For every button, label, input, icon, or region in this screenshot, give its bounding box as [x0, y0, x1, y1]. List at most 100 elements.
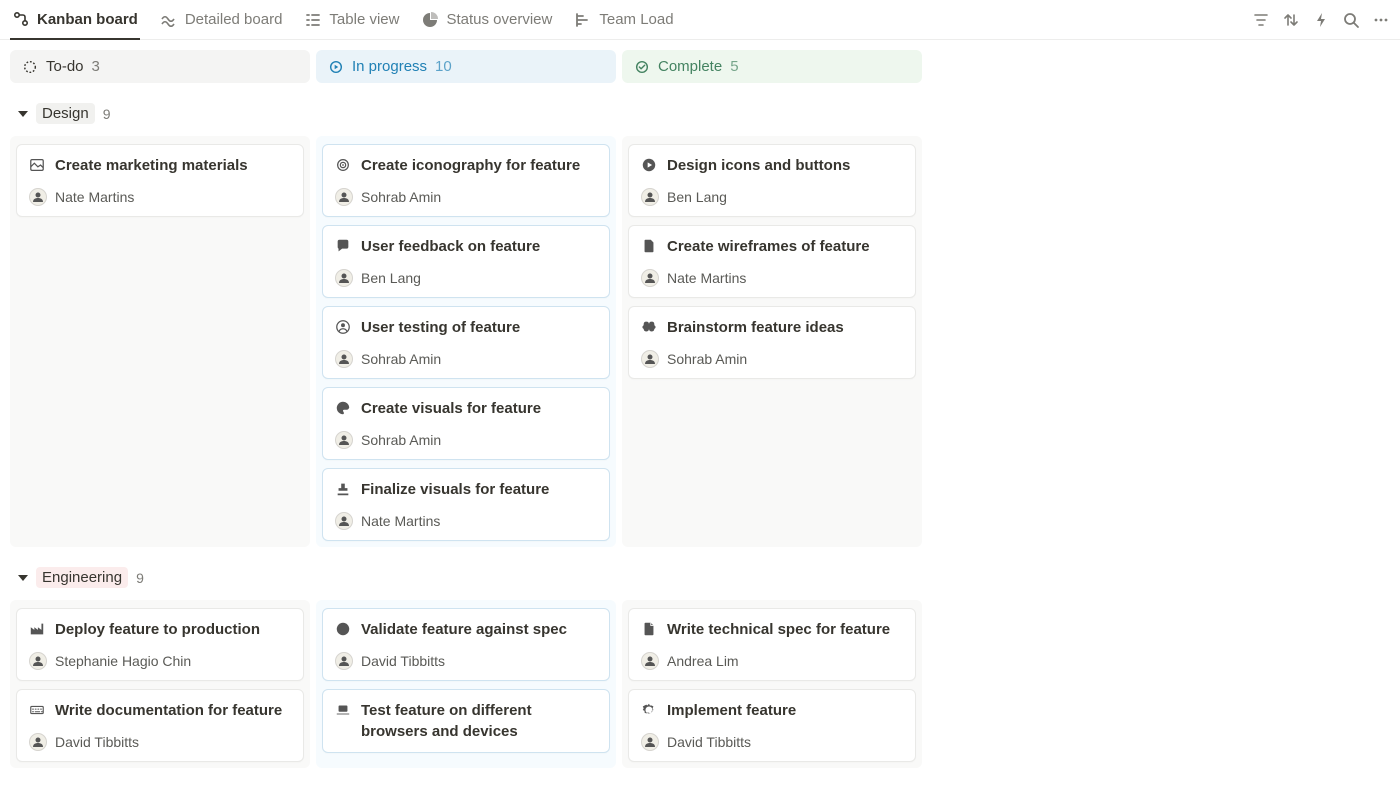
card[interactable]: Write documentation for feature David Ti…	[16, 689, 304, 762]
target-icon	[335, 157, 351, 173]
card-title-text: Design icons and buttons	[667, 155, 850, 176]
column-count: 3	[92, 58, 100, 75]
disclosure-icon	[18, 111, 28, 117]
card-assignee: David Tibbitts	[29, 733, 291, 751]
circuit-icon	[12, 10, 30, 28]
cog-icon	[641, 702, 657, 718]
assignee-name: Andrea Lim	[667, 653, 739, 669]
tab-team-load[interactable]: Team Load	[572, 10, 675, 39]
tab-label: Table view	[329, 11, 399, 28]
card-title-text: Write technical spec for feature	[667, 619, 890, 640]
card-assignee: David Tibbitts	[335, 652, 597, 670]
disclosure-icon	[18, 575, 28, 581]
card[interactable]: Create iconography for feature Sohrab Am…	[322, 144, 610, 217]
group-count: 9	[136, 570, 144, 586]
avatar	[641, 733, 659, 751]
column-header-todo[interactable]: To-do 3	[10, 50, 310, 83]
sort-icon[interactable]	[1282, 11, 1300, 29]
card[interactable]: Write technical spec for feature Andrea …	[628, 608, 916, 681]
card[interactable]: Design icons and buttons Ben Lang	[628, 144, 916, 217]
avatar	[29, 733, 47, 751]
card[interactable]: Brainstorm feature ideas Sohrab Amin	[628, 306, 916, 379]
check-circle-icon	[634, 59, 650, 75]
assignee-name: Stephanie Hagio Chin	[55, 653, 191, 669]
group-header[interactable]: Design 9	[10, 99, 1390, 128]
card[interactable]: User testing of feature Sohrab Amin	[322, 306, 610, 379]
tab-kanban-board[interactable]: Kanban board	[10, 10, 140, 40]
card[interactable]: Deploy feature to production Stephanie H…	[16, 608, 304, 681]
assignee-name: David Tibbitts	[55, 734, 139, 750]
card[interactable]: Create marketing materials Nate Martins	[16, 144, 304, 217]
card-title-text: User feedback on feature	[361, 236, 540, 257]
search-icon[interactable]	[1342, 11, 1360, 29]
avatar	[335, 431, 353, 449]
view-tabs: Kanban board Detailed board Table view Stat…	[10, 10, 676, 39]
column-label: To-do	[46, 58, 84, 75]
card-title-text: Brainstorm feature ideas	[667, 317, 844, 338]
card-assignee: Sohrab Amin	[335, 431, 597, 449]
card[interactable]: Create visuals for feature Sohrab Amin	[322, 387, 610, 460]
cards-complete[interactable]: Write technical spec for feature Andrea …	[622, 600, 922, 768]
group-count: 9	[103, 106, 111, 122]
group-header[interactable]: Engineering 9	[10, 563, 1390, 592]
group-engineering: Engineering 9 Deploy feature to producti…	[10, 563, 1390, 768]
assignee-name: Nate Martins	[361, 513, 440, 529]
card[interactable]: Create wireframes of feature Nate Martin…	[628, 225, 916, 298]
column-count: 5	[730, 58, 738, 75]
wave-icon	[160, 11, 178, 29]
tab-label: Team Load	[599, 11, 673, 28]
cards-complete[interactable]: Design icons and buttons Ben Lang Create…	[622, 136, 922, 547]
factory-icon	[29, 621, 45, 637]
card-title-text: Write documentation for feature	[55, 700, 282, 721]
laptop-icon	[335, 702, 351, 718]
cards-progress[interactable]: Create iconography for feature Sohrab Am…	[316, 136, 616, 547]
column-headers-row: To-do 3 In progress 10 Complete 5	[10, 50, 1390, 83]
image-icon	[29, 157, 45, 173]
column-header-progress[interactable]: In progress 10	[316, 50, 616, 83]
card[interactable]: Finalize visuals for feature Nate Martin…	[322, 468, 610, 541]
card-assignee: Sohrab Amin	[641, 350, 903, 368]
avatar	[29, 652, 47, 670]
card-title-text: User testing of feature	[361, 317, 520, 338]
stamp-icon	[335, 481, 351, 497]
card-title-text: Deploy feature to production	[55, 619, 260, 640]
column-count: 10	[435, 58, 452, 75]
avatar	[641, 188, 659, 206]
card-title-text: Finalize visuals for feature	[361, 479, 549, 500]
card-title-text: Create visuals for feature	[361, 398, 541, 419]
avatar	[335, 512, 353, 530]
filter-icon[interactable]	[1252, 11, 1270, 29]
more-icon[interactable]	[1372, 11, 1390, 29]
page-icon	[641, 621, 657, 637]
card-assignee: Andrea Lim	[641, 652, 903, 670]
palette-icon	[335, 400, 351, 416]
avatar	[641, 350, 659, 368]
card-assignee: David Tibbitts	[641, 733, 903, 751]
tab-label: Status overview	[446, 11, 552, 28]
card[interactable]: User feedback on feature Ben Lang	[322, 225, 610, 298]
assignee-name: Sohrab Amin	[361, 189, 441, 205]
card-assignee: Sohrab Amin	[335, 350, 597, 368]
card[interactable]: Test feature on different browsers and d…	[322, 689, 610, 753]
user-circle-icon	[335, 319, 351, 335]
card[interactable]: Implement feature David Tibbitts	[628, 689, 916, 762]
header: Kanban board Detailed board Table view Stat…	[0, 0, 1400, 40]
cards-todo[interactable]: Create marketing materials Nate Martins	[10, 136, 310, 547]
card-title-text: Validate feature against spec	[361, 619, 567, 640]
assignee-name: Ben Lang	[667, 189, 727, 205]
card-assignee: Ben Lang	[641, 188, 903, 206]
assignee-name: David Tibbitts	[667, 734, 751, 750]
tab-label: Detailed board	[185, 11, 283, 28]
cards-todo[interactable]: Deploy feature to production Stephanie H…	[10, 600, 310, 768]
automation-icon[interactable]	[1312, 11, 1330, 29]
cards-progress[interactable]: Validate feature against spec David Tibb…	[316, 600, 616, 768]
tab-status-overview[interactable]: Status overview	[419, 10, 554, 39]
tab-table-view[interactable]: Table view	[302, 10, 401, 39]
card[interactable]: Validate feature against spec David Tibb…	[322, 608, 610, 681]
tab-detailed-board[interactable]: Detailed board	[158, 10, 285, 39]
board: To-do 3 In progress 10 Complete 5 Design…	[0, 40, 1400, 788]
assignee-name: Sohrab Amin	[361, 432, 441, 448]
column-header-complete[interactable]: Complete 5	[622, 50, 922, 83]
play-fill-icon	[641, 157, 657, 173]
circle-dotted-icon	[22, 59, 38, 75]
